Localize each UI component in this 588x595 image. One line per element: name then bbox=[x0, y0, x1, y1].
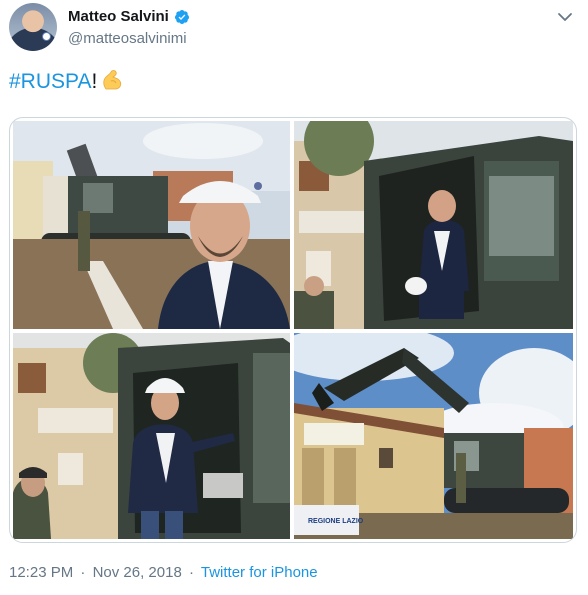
tweet-text: #RUSPA! bbox=[9, 68, 124, 94]
photo-3-image bbox=[13, 333, 290, 539]
tweet-card: Matteo Salvini @matteosalvinimi #RUSPA! bbox=[0, 0, 588, 595]
tweet-meta: 12:23 PM · Nov 26, 2018 · Twitter for iP… bbox=[9, 564, 318, 581]
photo-grid[interactable]: REGIONE LAZIO bbox=[9, 117, 577, 543]
author-handle[interactable]: @matteosalvinimi bbox=[68, 30, 187, 47]
meta-separator: · bbox=[188, 564, 194, 581]
regione-lazio-sign: REGIONE LAZIO bbox=[308, 518, 364, 525]
photo-4[interactable]: REGIONE LAZIO bbox=[294, 333, 573, 539]
photo-2-image bbox=[294, 121, 573, 329]
tweet-source-link[interactable]: Twitter for iPhone bbox=[201, 564, 318, 581]
tweet-date[interactable]: Nov 26, 2018 bbox=[93, 564, 182, 581]
photo-1-image bbox=[13, 121, 290, 329]
meta-separator: · bbox=[80, 564, 86, 581]
author-display-name[interactable]: Matteo Salvini bbox=[68, 8, 169, 25]
photo-1[interactable] bbox=[13, 121, 290, 329]
photo-4-image: REGIONE LAZIO bbox=[294, 333, 573, 539]
avatar[interactable] bbox=[9, 3, 57, 51]
hashtag-link[interactable]: #RUSPA bbox=[9, 70, 91, 93]
tweet-time[interactable]: 12:23 PM bbox=[9, 564, 73, 581]
verified-badge-icon bbox=[174, 10, 189, 24]
tweet-punctuation: ! bbox=[91, 70, 98, 93]
flexed-biceps-icon bbox=[103, 70, 122, 90]
photo-3[interactable] bbox=[13, 333, 290, 539]
photo-2[interactable] bbox=[294, 121, 573, 329]
avatar-pin bbox=[42, 32, 51, 41]
chevron-down-icon[interactable] bbox=[556, 10, 574, 24]
